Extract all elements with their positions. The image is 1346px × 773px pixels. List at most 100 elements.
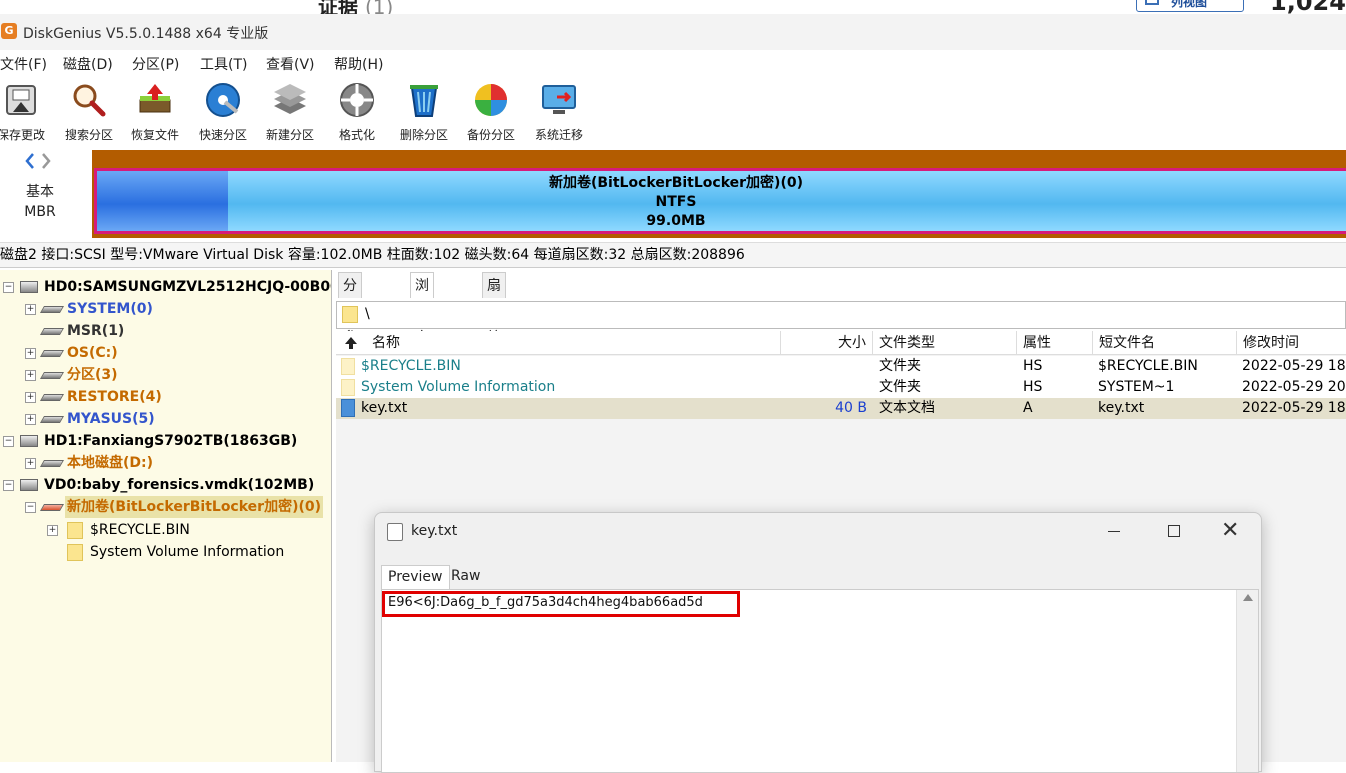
disc-icon [206, 83, 240, 117]
partition-icon [39, 416, 65, 423]
delete-partition-button[interactable]: 删除分区 [391, 80, 457, 142]
window-title: DiskGenius V5.5.0.1488 x64 专业版 [23, 26, 269, 42]
tab-partition-params[interactable]: 分区参数 [338, 272, 362, 372]
file-preview-window: key.txt ✕ Preview Raw Data E96<6J:Da6g_b… [374, 512, 1262, 773]
tab-browse-files[interactable]: 浏览文件 [410, 272, 434, 372]
collapse-icon[interactable]: − [3, 436, 14, 447]
list-view-icon [1145, 0, 1159, 5]
tree-node-hd1[interactable]: − HD1:FanxiangS7902TB(1863GB) [0, 430, 331, 452]
folder-icon [67, 544, 83, 561]
system-migration-button[interactable]: 系统迁移 [526, 80, 592, 142]
col-name[interactable]: 名称 [336, 331, 781, 355]
expand-icon[interactable]: + [25, 458, 36, 469]
disk-tree: − HD0:SAMSUNGMZVL2512HCJQ-00B00(477GB) +… [0, 270, 332, 762]
popup-title: key.txt [411, 523, 458, 539]
new-partition-button[interactable]: 新建分区 [257, 80, 323, 142]
quick-partition-button[interactable]: 快速分区 [190, 80, 256, 142]
col-type[interactable]: 文件类型 [873, 331, 1017, 355]
menu-view[interactable]: 查看(V) [266, 54, 315, 74]
file-row[interactable]: System Volume Information 文件夹 HS SYSTEM~… [336, 377, 1346, 398]
partition-icon [39, 394, 65, 401]
format-icon [340, 83, 374, 117]
format-button[interactable]: 格式化 [324, 80, 390, 142]
tab-raw-data[interactable]: Raw Data [445, 565, 490, 606]
collapse-icon[interactable]: − [25, 502, 36, 513]
tree-node-local-d[interactable]: + 本地磁盘(D:) [0, 452, 331, 474]
partition-name: 新加卷(BitLockerBitLocker加密)(0) [548, 175, 803, 191]
menu-disk[interactable]: 磁盘(D) [63, 54, 113, 74]
expand-icon[interactable]: + [25, 348, 36, 359]
path-text: \ [365, 306, 370, 322]
partition-icon [39, 350, 65, 357]
tree-node-newvol[interactable]: − 新加卷(BitLockerBitLocker加密)(0) [0, 496, 331, 518]
view-mode-button[interactable]: 列视图 [1136, 0, 1244, 12]
collapse-icon[interactable]: − [3, 480, 14, 491]
menu-tools[interactable]: 工具(T) [200, 54, 247, 74]
tree-node-myasus[interactable]: + MYASUS(5) [0, 408, 331, 430]
text-file-icon [341, 399, 355, 417]
partition-fs: NTFS [655, 194, 697, 210]
recover-files-button[interactable]: 恢复文件 [122, 80, 188, 142]
vertical-scrollbar[interactable] [1236, 590, 1258, 772]
title-bar: G DiskGenius V5.5.0.1488 x64 专业版 [0, 14, 1346, 50]
file-list-header: 名称 大小 文件类型 属性 短文件名 修改时间 [336, 331, 1346, 355]
toolbar: 保存更改 搜索分区 恢复文件 快速分区 新建分区 格式化 删除分区 备份分区 系… [0, 76, 1346, 146]
tree-node-vd0[interactable]: − VD0:baby_forensics.vmdk(102MB) [0, 474, 331, 496]
disk-info-bar: 磁盘2 接口:SCSI 型号:VMware Virtual Disk 容量:10… [0, 242, 1346, 268]
virtual-disk-icon [20, 479, 38, 491]
tree-node-os[interactable]: + OS(C:) [0, 342, 331, 364]
popup-title-bar[interactable]: key.txt ✕ [375, 513, 1261, 551]
minimize-icon[interactable] [1108, 531, 1120, 532]
magnifier-icon [73, 84, 106, 117]
maximize-icon[interactable] [1168, 525, 1180, 537]
search-partition-button[interactable]: 搜索分区 [56, 80, 122, 142]
partition-icon [39, 460, 65, 467]
expand-icon[interactable]: + [25, 392, 36, 403]
expand-icon[interactable]: + [25, 414, 36, 425]
folder-icon [67, 522, 83, 539]
partition-block[interactable]: 新加卷(BitLockerBitLocker加密)(0) NTFS 99.0MB [94, 168, 1346, 234]
file-row[interactable]: $RECYCLE.BIN 文件夹 HS $RECYCLE.BIN 2022-05… [336, 356, 1346, 377]
save-icon [6, 85, 36, 115]
background-app-strip: 证据 (1) 列视图 1,024 [0, 0, 1346, 14]
expand-icon[interactable]: + [25, 370, 36, 381]
col-attr[interactable]: 属性 [1017, 331, 1093, 355]
partition-icon [39, 328, 65, 335]
close-icon[interactable]: ✕ [1221, 518, 1239, 543]
partition-size: 99.0MB [646, 213, 706, 229]
partition-icon [39, 306, 65, 313]
tree-node-svi[interactable]: System Volume Information [0, 541, 331, 563]
background-heading: 证据 (1) [318, 0, 394, 14]
menu-help[interactable]: 帮助(H) [334, 54, 383, 74]
bitlocker-partition-icon [39, 504, 65, 511]
col-size[interactable]: 大小 [781, 331, 873, 355]
tree-node-restore[interactable]: + RESTORE(4) [0, 386, 331, 408]
scroll-up-icon[interactable] [1243, 594, 1253, 601]
path-bar[interactable]: \ [336, 301, 1346, 329]
tree-node-system[interactable]: + SYSTEM(0) [0, 298, 331, 320]
prev-next-disk-icon[interactable] [24, 152, 54, 170]
tree-node-recycle[interactable]: + $RECYCLE.BIN [0, 519, 331, 541]
tab-preview[interactable]: Preview [381, 565, 450, 589]
tree-node-hd0[interactable]: − HD0:SAMSUNGMZVL2512HCJQ-00B00(477GB) [0, 276, 331, 298]
trash-icon [410, 85, 438, 117]
collapse-icon[interactable]: − [3, 282, 14, 293]
folder-icon [341, 358, 355, 375]
preview-content[interactable]: E96<6J:Da6g_b_f_gd75a3d4ch4heg4bab66ad5d [381, 589, 1259, 773]
expand-icon[interactable]: + [25, 304, 36, 315]
expand-icon[interactable]: + [47, 525, 58, 536]
pie-icon [475, 84, 507, 116]
tree-node-msr[interactable]: MSR(1) [0, 320, 331, 342]
col-short-name[interactable]: 短文件名 [1093, 331, 1237, 355]
col-mtime[interactable]: 修改时间 [1237, 331, 1346, 355]
layers-icon [274, 84, 306, 114]
save-changes-button[interactable]: 保存更改 [0, 80, 54, 142]
up-folder-icon[interactable] [344, 336, 358, 350]
menu-file[interactable]: 文件(F) [0, 54, 47, 74]
tab-sector-edit[interactable]: 扇区编辑 [482, 272, 506, 372]
disk-nav-arrows[interactable] [24, 152, 54, 175]
file-row-selected[interactable]: key.txt 40 B 文本文档 A key.txt 2022-05-29 1… [336, 398, 1346, 419]
tree-node-part3[interactable]: + 分区(3) [0, 364, 331, 386]
menu-partition[interactable]: 分区(P) [132, 54, 179, 74]
backup-partition-button[interactable]: 备份分区 [458, 80, 524, 142]
